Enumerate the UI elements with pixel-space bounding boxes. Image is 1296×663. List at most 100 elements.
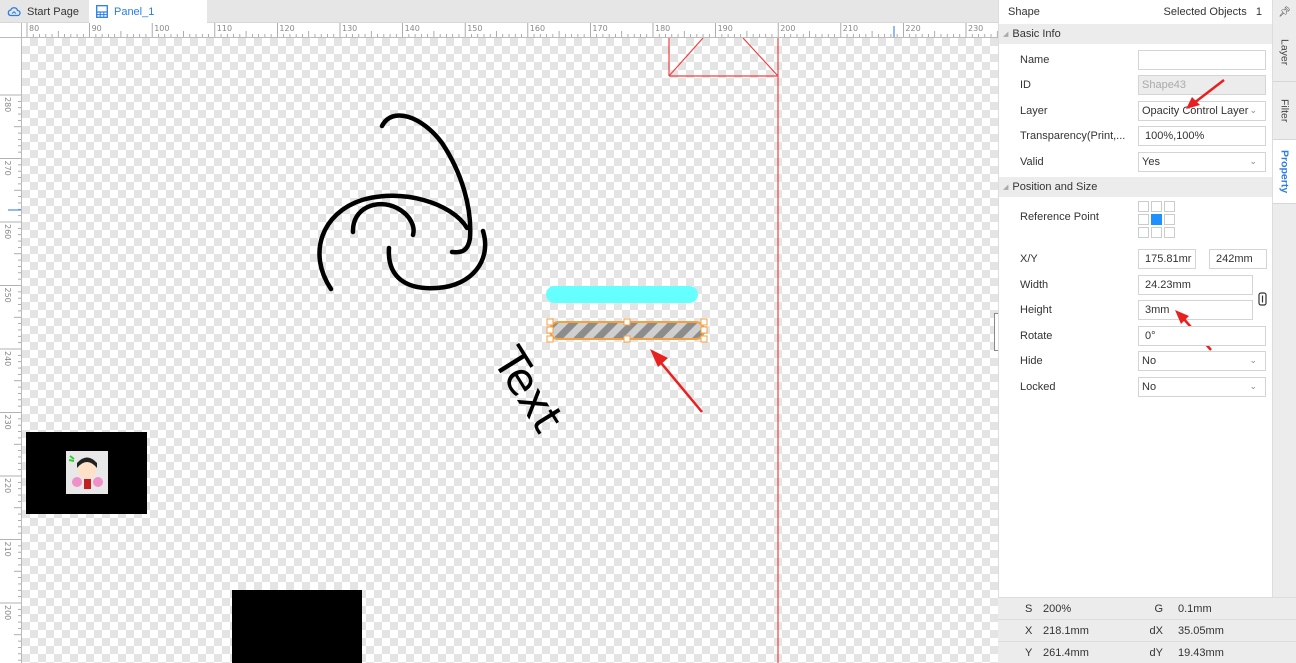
ruler-label: 260	[3, 224, 12, 239]
scale-key: S	[1025, 602, 1033, 615]
handle-bottom-left	[546, 335, 554, 343]
name-input[interactable]	[1138, 49, 1266, 70]
selected-shape[interactable]	[546, 318, 708, 343]
hide-row: Hide No ⌄	[999, 349, 1272, 375]
ruler-label: 160	[530, 24, 545, 33]
ruler-label: 140	[405, 24, 420, 33]
tab-label: Panel_1	[113, 5, 155, 18]
ruler-label: 210	[843, 24, 858, 33]
ref-bottom-left[interactable]	[1138, 226, 1149, 238]
handle-top-middle	[623, 318, 631, 326]
status-panel: S 200% G 0.1mm X 218.1mm dX 35.05mm Y 26…	[998, 597, 1296, 663]
reference-point-label: Reference Point	[1020, 210, 1099, 223]
grid-value: 0.1mm	[1178, 602, 1212, 615]
ruler-label: 270	[3, 161, 12, 176]
y-coordinate: 261.4mm	[1043, 646, 1089, 659]
design-canvas[interactable]: Text	[22, 38, 998, 663]
annotation-arrow	[650, 349, 703, 413]
rotate-label: Rotate	[1020, 329, 1053, 342]
ruler-label: 150	[467, 24, 482, 33]
horizontal-ruler[interactable]: 80 90 100 110 120 130 140 150 160 170 180 190 200 210…	[22, 23, 998, 38]
x-input[interactable]: 175.81mr	[1138, 249, 1196, 270]
ref-middle-left[interactable]	[1138, 213, 1149, 225]
valid-row: Valid Yes ⌄	[999, 149, 1272, 175]
locked-row: Locked No ⌄	[999, 374, 1272, 400]
handle-top-right	[700, 318, 708, 326]
scale-value: 200%	[1043, 602, 1072, 615]
ruler-label: 90	[92, 24, 102, 33]
section-basic-info[interactable]: ◢ Basic Info	[999, 24, 1272, 44]
height-label: Height	[1020, 304, 1052, 317]
property-panel: Shape Selected Objects 1 ◢ Basic Info Na…	[998, 0, 1272, 663]
tab-panel-1[interactable]: Panel_1	[88, 0, 208, 23]
selected-objects-label: Selected Objects	[1163, 6, 1247, 18]
x-key: X	[1025, 624, 1033, 637]
section-title: Position and Size	[1012, 180, 1098, 193]
ref-bottom-right[interactable]	[1164, 226, 1175, 238]
ref-top-left[interactable]	[1138, 200, 1149, 212]
ruler-label: 230	[3, 415, 12, 430]
width-input[interactable]: 24.23mm	[1138, 274, 1253, 295]
ref-middle-right[interactable]	[1164, 213, 1175, 225]
black-rectangle-shape[interactable]	[232, 590, 362, 663]
panel-header: Shape Selected Objects 1	[999, 0, 1272, 24]
spiral-shape[interactable]	[317, 113, 488, 292]
transparency-label: Transparency(Print,...	[1020, 130, 1126, 143]
valid-select[interactable]: Yes ⌄	[1138, 151, 1266, 172]
side-tab-strip: 📌︎ Layer Filter Property	[1272, 0, 1296, 597]
valid-label: Valid	[1020, 155, 1044, 168]
tab-start-page[interactable]: Start Page	[0, 0, 89, 23]
rotate-input[interactable]: 0°	[1138, 325, 1266, 346]
side-tab-property[interactable]: Property	[1273, 140, 1296, 204]
aspect-ratio-lock-icon[interactable]	[1258, 292, 1267, 309]
handle-bottom-right	[700, 335, 708, 343]
handle-top-left	[546, 318, 554, 326]
image-object[interactable]	[26, 432, 147, 514]
panel-icon	[96, 5, 108, 18]
ruler-label: 190	[718, 24, 733, 33]
cloud-icon	[7, 6, 21, 18]
xy-label: X/Y	[1020, 253, 1038, 266]
rotate-row: Rotate 0°	[999, 323, 1272, 349]
ref-top-center[interactable]	[1151, 200, 1162, 212]
pin-icon[interactable]: 📌︎	[1273, 0, 1296, 24]
ruler-corner	[0, 23, 22, 38]
ruler-label: 250	[3, 288, 12, 303]
dy-value: 19.43mm	[1178, 646, 1224, 659]
ruler-label: 80	[29, 24, 39, 33]
section-title: Basic Info	[1012, 28, 1061, 40]
ruler-label: 200	[780, 24, 795, 33]
transparency-input[interactable]: 100%,100%	[1138, 126, 1266, 147]
section-position-size[interactable]: ◢ Position and Size	[999, 176, 1272, 197]
rotate-value: 0°	[1145, 329, 1156, 342]
status-row-x: X 218.1mm dX 35.05mm	[998, 620, 1296, 642]
y-input[interactable]: 242mm	[1209, 249, 1267, 270]
locked-select[interactable]: No ⌄	[1138, 376, 1266, 397]
chevron-down-icon: ⌄	[1249, 155, 1257, 166]
side-tab-filter[interactable]: Filter	[1273, 82, 1296, 140]
ref-bottom-center[interactable]	[1151, 226, 1162, 238]
height-value: 3mm	[1145, 304, 1170, 317]
collapse-triangle-icon: ◢	[1003, 183, 1009, 191]
side-tab-layer[interactable]: Layer	[1273, 24, 1296, 82]
valid-value: Yes	[1142, 155, 1160, 168]
ruler-label: 220	[905, 24, 920, 33]
y-value: 242mm	[1216, 253, 1253, 266]
ruler-label: 100	[154, 24, 169, 33]
hide-select[interactable]: No ⌄	[1138, 351, 1266, 372]
tab-label: Start Page	[27, 5, 79, 18]
ruler-label: 280	[3, 97, 12, 112]
guide-lines	[668, 38, 779, 663]
reference-point-grid[interactable]	[1138, 200, 1175, 238]
text-object[interactable]: Text	[482, 338, 573, 441]
selected-objects-count: 1	[1255, 6, 1262, 18]
x-coordinate: 218.1mm	[1043, 624, 1089, 637]
cyan-bar-shape[interactable]	[546, 286, 698, 303]
handle-bottom-middle	[623, 335, 631, 343]
hide-label: Hide	[1020, 355, 1043, 368]
width-label: Width	[1020, 278, 1049, 291]
vertical-ruler[interactable]: 280 270 260 250 240 230 220 210 200	[0, 38, 22, 663]
ref-top-right[interactable]	[1164, 200, 1175, 212]
xy-row: X/Y 175.81mr 242mm	[999, 247, 1272, 273]
ref-center[interactable]	[1151, 213, 1162, 225]
